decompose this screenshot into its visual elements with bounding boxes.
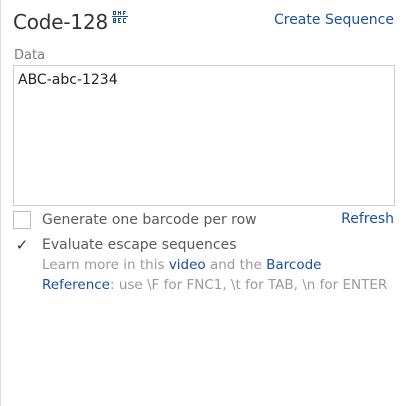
qr-code-icon bbox=[112, 10, 128, 24]
one-per-row-checkbox[interactable] bbox=[13, 211, 31, 229]
escape-sequences-checkbox[interactable]: ✓ bbox=[13, 236, 31, 254]
barcode-type-title: Code-128 bbox=[13, 10, 108, 34]
help-prefix: Learn more in this bbox=[42, 257, 169, 273]
one-per-row-label: Generate one barcode per row bbox=[42, 212, 257, 228]
help-middle: and the bbox=[205, 257, 267, 273]
escape-help-text: Learn more in this video and the Barcode… bbox=[42, 255, 392, 295]
panel-header: Code-128 bbox=[13, 8, 128, 36]
data-input[interactable] bbox=[13, 65, 395, 206]
checkmark-icon: ✓ bbox=[15, 235, 29, 254]
help-suffix: : use \F for FNC1, \t for TAB, \n for EN… bbox=[109, 277, 388, 293]
refresh-link[interactable]: Refresh bbox=[341, 211, 394, 227]
video-link[interactable]: video bbox=[169, 257, 206, 273]
create-sequence-link[interactable]: Create Sequence bbox=[274, 12, 394, 28]
escape-sequences-label: Evaluate escape sequences bbox=[42, 237, 237, 253]
barcode-settings-panel: Code-128 Create Sequence Data Generate o… bbox=[0, 0, 405, 406]
data-field-label: Data bbox=[14, 48, 46, 63]
escape-sequences-option[interactable]: ✓ Evaluate escape sequences bbox=[13, 236, 237, 254]
one-per-row-option[interactable]: Generate one barcode per row bbox=[13, 211, 257, 229]
